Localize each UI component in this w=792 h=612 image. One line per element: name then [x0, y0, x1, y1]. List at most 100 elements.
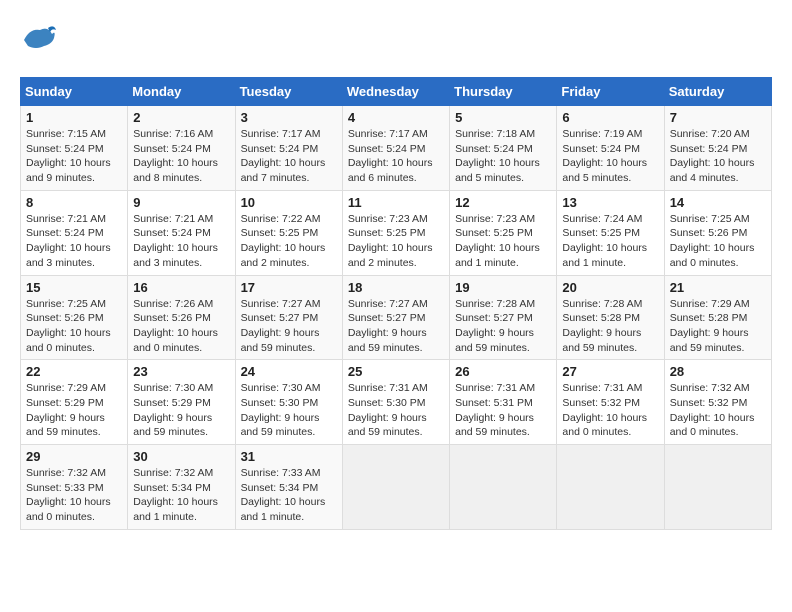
calendar-week-row: 1 Sunrise: 7:15 AM Sunset: 5:24 PM Dayli… — [21, 106, 772, 191]
calendar-day-cell: 1 Sunrise: 7:15 AM Sunset: 5:24 PM Dayli… — [21, 106, 128, 191]
sunrise-label: Sunrise: 7:18 AM — [455, 128, 535, 140]
day-number: 29 — [26, 449, 122, 464]
calendar-day-cell: 3 Sunrise: 7:17 AM Sunset: 5:24 PM Dayli… — [235, 106, 342, 191]
daylight-label: Daylight: 9 hours and 59 minutes. — [562, 327, 641, 354]
day-number: 5 — [455, 110, 551, 125]
daylight-label: Daylight: 9 hours and 59 minutes. — [455, 327, 534, 354]
sunset-label: Sunset: 5:24 PM — [26, 143, 104, 155]
sunrise-label: Sunrise: 7:28 AM — [562, 298, 642, 310]
calendar-day-cell: 31 Sunrise: 7:33 AM Sunset: 5:34 PM Dayl… — [235, 445, 342, 530]
day-number: 1 — [26, 110, 122, 125]
calendar-day-cell: 23 Sunrise: 7:30 AM Sunset: 5:29 PM Dayl… — [128, 360, 235, 445]
sunset-label: Sunset: 5:28 PM — [562, 312, 640, 324]
day-number: 3 — [241, 110, 337, 125]
sunrise-label: Sunrise: 7:20 AM — [670, 128, 750, 140]
calendar-week-row: 15 Sunrise: 7:25 AM Sunset: 5:26 PM Dayl… — [21, 275, 772, 360]
sunset-label: Sunset: 5:33 PM — [26, 482, 104, 494]
sunset-label: Sunset: 5:26 PM — [26, 312, 104, 324]
calendar-day-cell: 18 Sunrise: 7:27 AM Sunset: 5:27 PM Dayl… — [342, 275, 449, 360]
sunrise-label: Sunrise: 7:31 AM — [455, 382, 535, 394]
sunset-label: Sunset: 5:25 PM — [455, 227, 533, 239]
day-info: Sunrise: 7:25 AM Sunset: 5:26 PM Dayligh… — [26, 297, 122, 356]
daylight-label: Daylight: 10 hours and 8 minutes. — [133, 157, 218, 184]
day-info: Sunrise: 7:31 AM Sunset: 5:32 PM Dayligh… — [562, 381, 658, 440]
sunset-label: Sunset: 5:29 PM — [133, 397, 211, 409]
daylight-label: Daylight: 10 hours and 1 minute. — [241, 496, 326, 523]
daylight-label: Daylight: 9 hours and 59 minutes. — [241, 327, 320, 354]
daylight-label: Daylight: 9 hours and 59 minutes. — [348, 412, 427, 439]
day-info: Sunrise: 7:30 AM Sunset: 5:30 PM Dayligh… — [241, 381, 337, 440]
day-info: Sunrise: 7:21 AM Sunset: 5:24 PM Dayligh… — [26, 212, 122, 271]
day-number: 8 — [26, 195, 122, 210]
day-number: 12 — [455, 195, 551, 210]
sunset-label: Sunset: 5:32 PM — [562, 397, 640, 409]
day-number: 28 — [670, 364, 766, 379]
day-info: Sunrise: 7:20 AM Sunset: 5:24 PM Dayligh… — [670, 127, 766, 186]
calendar-body: 1 Sunrise: 7:15 AM Sunset: 5:24 PM Dayli… — [21, 106, 772, 530]
calendar-day-cell: 9 Sunrise: 7:21 AM Sunset: 5:24 PM Dayli… — [128, 190, 235, 275]
sunrise-label: Sunrise: 7:24 AM — [562, 213, 642, 225]
day-number: 26 — [455, 364, 551, 379]
day-info: Sunrise: 7:32 AM Sunset: 5:32 PM Dayligh… — [670, 381, 766, 440]
sunset-label: Sunset: 5:24 PM — [670, 143, 748, 155]
sunset-label: Sunset: 5:34 PM — [241, 482, 319, 494]
day-info: Sunrise: 7:15 AM Sunset: 5:24 PM Dayligh… — [26, 127, 122, 186]
calendar-table: SundayMondayTuesdayWednesdayThursdayFrid… — [20, 77, 772, 530]
day-info: Sunrise: 7:31 AM Sunset: 5:31 PM Dayligh… — [455, 381, 551, 440]
day-number: 16 — [133, 280, 229, 295]
sunset-label: Sunset: 5:34 PM — [133, 482, 211, 494]
sunset-label: Sunset: 5:24 PM — [133, 227, 211, 239]
sunrise-label: Sunrise: 7:32 AM — [26, 467, 106, 479]
sunset-label: Sunset: 5:27 PM — [455, 312, 533, 324]
sunrise-label: Sunrise: 7:29 AM — [670, 298, 750, 310]
calendar-header-row: SundayMondayTuesdayWednesdayThursdayFrid… — [21, 78, 772, 106]
sunset-label: Sunset: 5:29 PM — [26, 397, 104, 409]
calendar-day-cell: 2 Sunrise: 7:16 AM Sunset: 5:24 PM Dayli… — [128, 106, 235, 191]
day-number: 27 — [562, 364, 658, 379]
daylight-label: Daylight: 10 hours and 6 minutes. — [348, 157, 433, 184]
day-info: Sunrise: 7:19 AM Sunset: 5:24 PM Dayligh… — [562, 127, 658, 186]
day-number: 30 — [133, 449, 229, 464]
sunrise-label: Sunrise: 7:22 AM — [241, 213, 321, 225]
daylight-label: Daylight: 10 hours and 0 minutes. — [26, 327, 111, 354]
calendar-week-row: 8 Sunrise: 7:21 AM Sunset: 5:24 PM Dayli… — [21, 190, 772, 275]
calendar-week-row: 22 Sunrise: 7:29 AM Sunset: 5:29 PM Dayl… — [21, 360, 772, 445]
daylight-label: Daylight: 10 hours and 0 minutes. — [26, 496, 111, 523]
day-number: 4 — [348, 110, 444, 125]
sunrise-label: Sunrise: 7:31 AM — [562, 382, 642, 394]
day-number: 31 — [241, 449, 337, 464]
sunrise-label: Sunrise: 7:31 AM — [348, 382, 428, 394]
day-info: Sunrise: 7:24 AM Sunset: 5:25 PM Dayligh… — [562, 212, 658, 271]
day-number: 21 — [670, 280, 766, 295]
daylight-label: Daylight: 10 hours and 0 minutes. — [670, 412, 755, 439]
sunset-label: Sunset: 5:25 PM — [241, 227, 319, 239]
sunrise-label: Sunrise: 7:19 AM — [562, 128, 642, 140]
calendar-day-cell: 6 Sunrise: 7:19 AM Sunset: 5:24 PM Dayli… — [557, 106, 664, 191]
calendar-day-cell: 25 Sunrise: 7:31 AM Sunset: 5:30 PM Dayl… — [342, 360, 449, 445]
sunset-label: Sunset: 5:26 PM — [670, 227, 748, 239]
sunrise-label: Sunrise: 7:26 AM — [133, 298, 213, 310]
calendar-day-cell: 7 Sunrise: 7:20 AM Sunset: 5:24 PM Dayli… — [664, 106, 771, 191]
calendar-day-header: Saturday — [664, 78, 771, 106]
daylight-label: Daylight: 10 hours and 0 minutes. — [670, 242, 755, 269]
daylight-label: Daylight: 10 hours and 2 minutes. — [348, 242, 433, 269]
daylight-label: Daylight: 10 hours and 2 minutes. — [241, 242, 326, 269]
day-number: 18 — [348, 280, 444, 295]
calendar-day-cell: 20 Sunrise: 7:28 AM Sunset: 5:28 PM Dayl… — [557, 275, 664, 360]
day-info: Sunrise: 7:28 AM Sunset: 5:27 PM Dayligh… — [455, 297, 551, 356]
day-number: 22 — [26, 364, 122, 379]
calendar-header: SundayMondayTuesdayWednesdayThursdayFrid… — [21, 78, 772, 106]
day-number: 15 — [26, 280, 122, 295]
sunset-label: Sunset: 5:27 PM — [348, 312, 426, 324]
calendar-day-cell: 29 Sunrise: 7:32 AM Sunset: 5:33 PM Dayl… — [21, 445, 128, 530]
day-info: Sunrise: 7:18 AM Sunset: 5:24 PM Dayligh… — [455, 127, 551, 186]
sunset-label: Sunset: 5:27 PM — [241, 312, 319, 324]
calendar-day-header: Monday — [128, 78, 235, 106]
day-info: Sunrise: 7:26 AM Sunset: 5:26 PM Dayligh… — [133, 297, 229, 356]
sunset-label: Sunset: 5:24 PM — [348, 143, 426, 155]
calendar-day-header: Sunday — [21, 78, 128, 106]
sunset-label: Sunset: 5:24 PM — [455, 143, 533, 155]
calendar-day-cell: 26 Sunrise: 7:31 AM Sunset: 5:31 PM Dayl… — [450, 360, 557, 445]
daylight-label: Daylight: 10 hours and 1 minute. — [455, 242, 540, 269]
day-info: Sunrise: 7:22 AM Sunset: 5:25 PM Dayligh… — [241, 212, 337, 271]
